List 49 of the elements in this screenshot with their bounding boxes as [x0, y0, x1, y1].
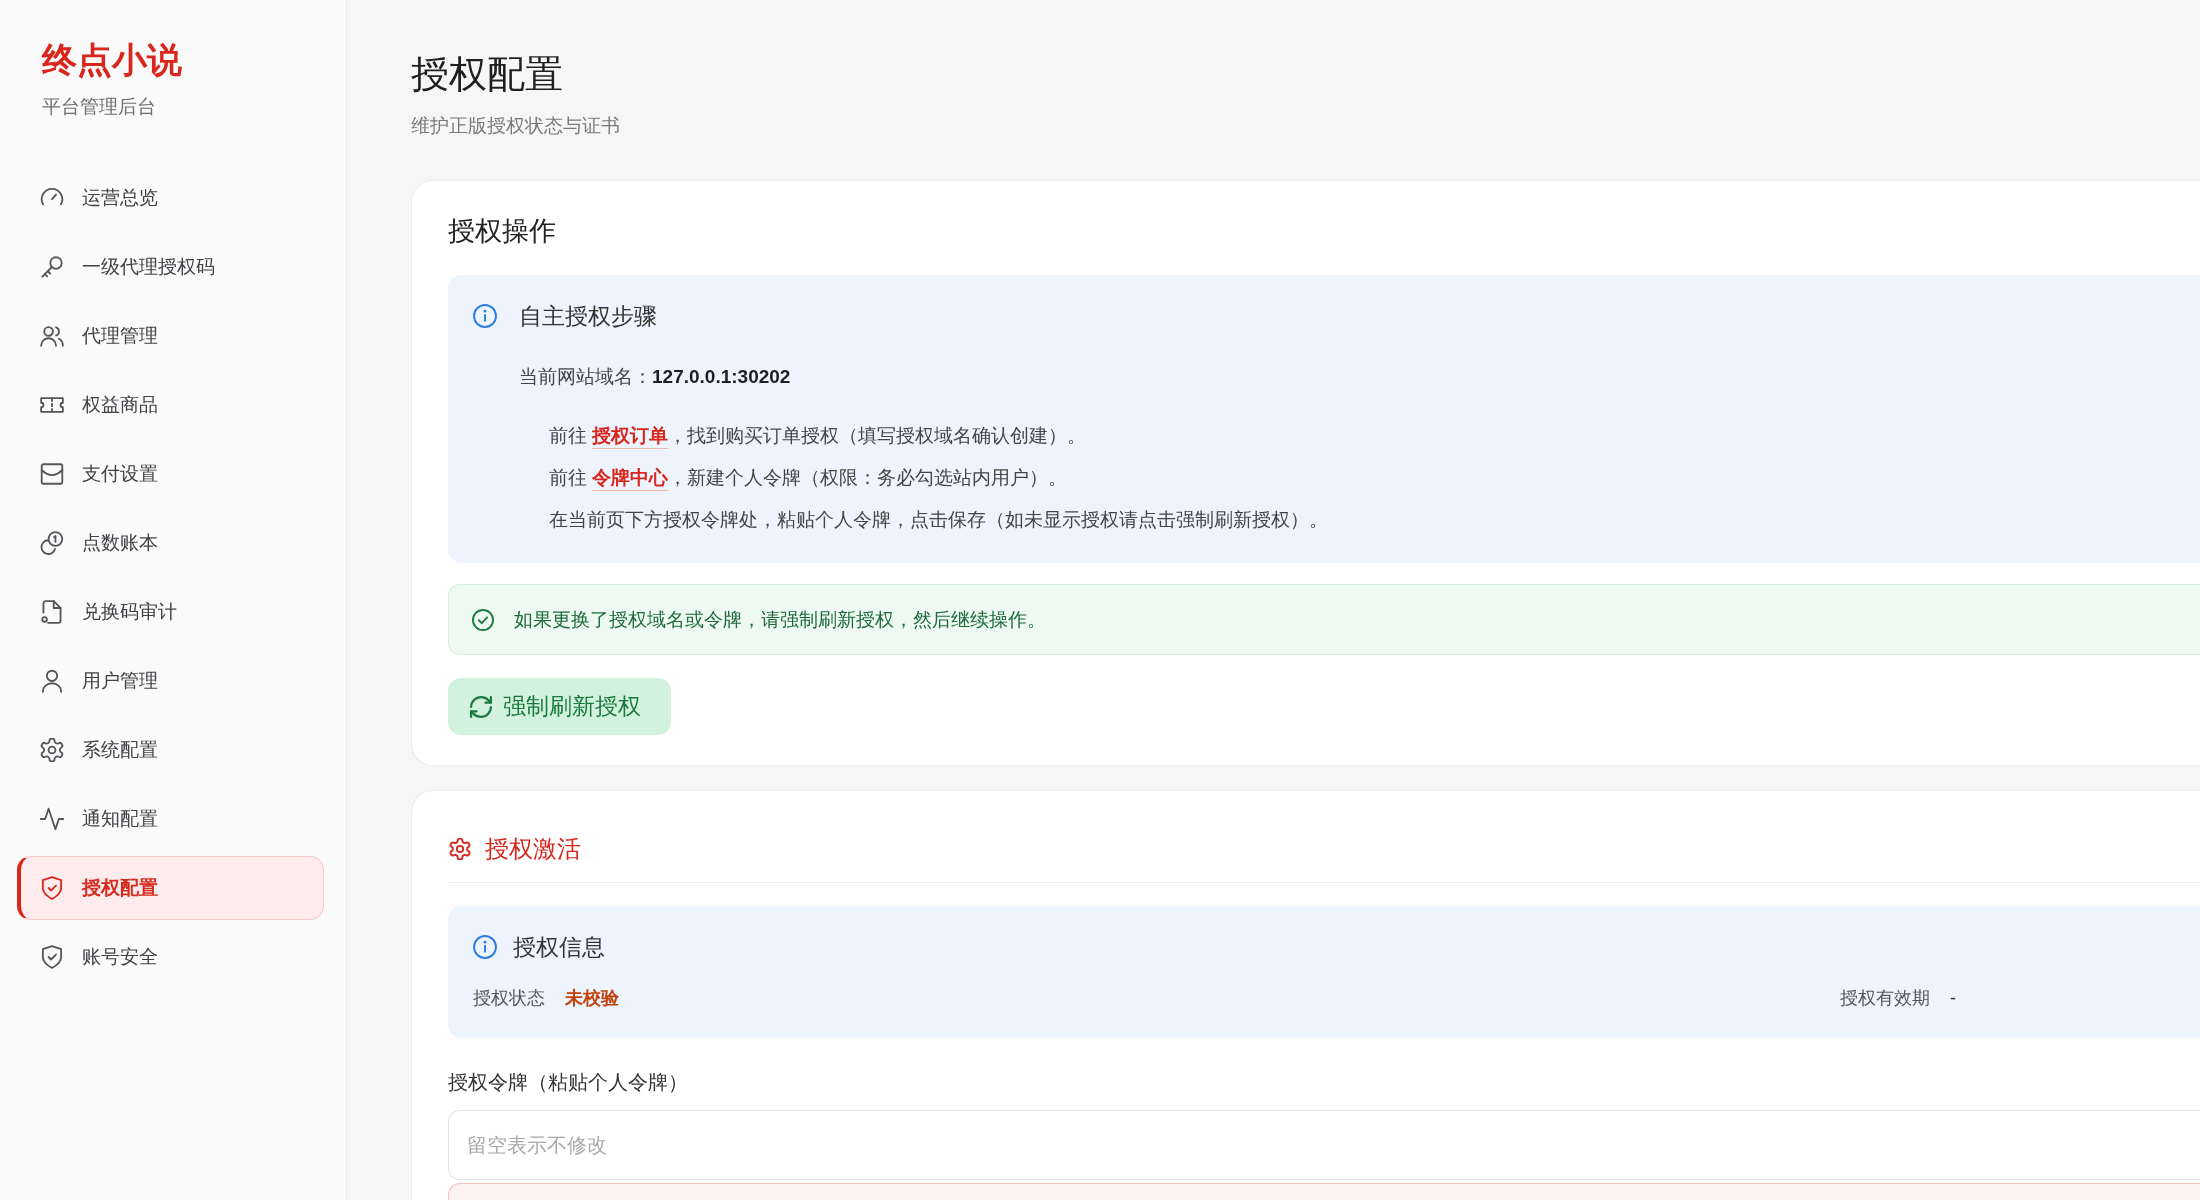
page-title: 授权配置: [411, 52, 563, 97]
sidebar-item[interactable]: 系统配置: [17, 718, 324, 782]
section-title: 授权激活: [485, 834, 581, 864]
panel-title: 授权信息: [513, 933, 605, 962]
panel-title: 自主授权步骤: [519, 302, 657, 331]
brand-subtitle: 平台管理后台: [42, 95, 156, 119]
envelope-icon: [40, 462, 64, 486]
info-icon: [473, 304, 497, 328]
info-icon: [473, 935, 497, 959]
sidebar-item[interactable]: 通知配置: [17, 787, 324, 851]
settings-icon: [449, 838, 471, 860]
coins-icon: [40, 531, 64, 555]
notice-text: 如果更换了授权域名或令牌，请强制刷新授权，然后继续操作。: [514, 607, 1046, 632]
refresh-icon: [470, 695, 492, 718]
users-icon: [40, 324, 64, 348]
page-subtitle: 维护正版授权状态与证书: [411, 114, 620, 138]
sidebar-item[interactable]: 点数账本: [17, 511, 324, 575]
card-title: 授权操作: [448, 215, 556, 248]
sidebar-item[interactable]: 授权配置: [17, 856, 324, 920]
check-circle-icon: [472, 608, 494, 631]
sidebar-item[interactable]: 账号安全: [17, 925, 324, 989]
brand-title: 终点小说: [42, 39, 182, 81]
field-label: 授权令牌（粘贴个人令牌）: [448, 1070, 688, 1095]
step-text: 在当前页下方授权令牌处，粘贴个人令牌，点击保存（如未显示授权请点击强制刷新授权）。: [549, 508, 1328, 532]
sidebar-item[interactable]: 权益商品: [17, 373, 324, 437]
step-text: 前往 授权订单，找到购买订单授权（填写授权域名确认创建）。: [549, 424, 1087, 448]
refresh-button[interactable]: 强制刷新授权: [448, 678, 671, 735]
step-link[interactable]: 授权订单: [592, 425, 669, 446]
shield-check-icon: [40, 876, 64, 900]
sidebar-item[interactable]: 运营总览: [17, 166, 324, 230]
sidebar-item[interactable]: 代理管理: [17, 304, 324, 368]
file-icon: [40, 600, 64, 624]
step-text: 前往 令牌中心，新建个人令牌（权限：务必勾选站内用户）。: [549, 466, 1068, 490]
sidebar-item[interactable]: 支付设置: [17, 442, 324, 506]
user-icon: [40, 669, 64, 693]
sidebar-item[interactable]: 兑换码审计: [17, 580, 324, 644]
shield-check-icon: [40, 945, 64, 969]
sidebar-item[interactable]: 一级代理授权码: [17, 235, 324, 299]
domain-text: 当前网站域名：127.0.0.1:30202: [519, 365, 791, 389]
step-link[interactable]: 令牌中心: [592, 467, 669, 488]
key-icon: [40, 255, 64, 279]
activity-icon: [40, 807, 64, 831]
status-value: 未校验: [565, 987, 619, 1010]
sidebar-item[interactable]: 用户管理: [17, 649, 324, 713]
expiry-value: -: [1950, 987, 1956, 1010]
status-label: 授权状态: [473, 987, 545, 1010]
expiry-label: 授权有效期: [1840, 987, 1930, 1010]
token-input-field[interactable]: 留空表示不修改: [448, 1110, 2200, 1180]
settings-icon: [40, 738, 64, 762]
